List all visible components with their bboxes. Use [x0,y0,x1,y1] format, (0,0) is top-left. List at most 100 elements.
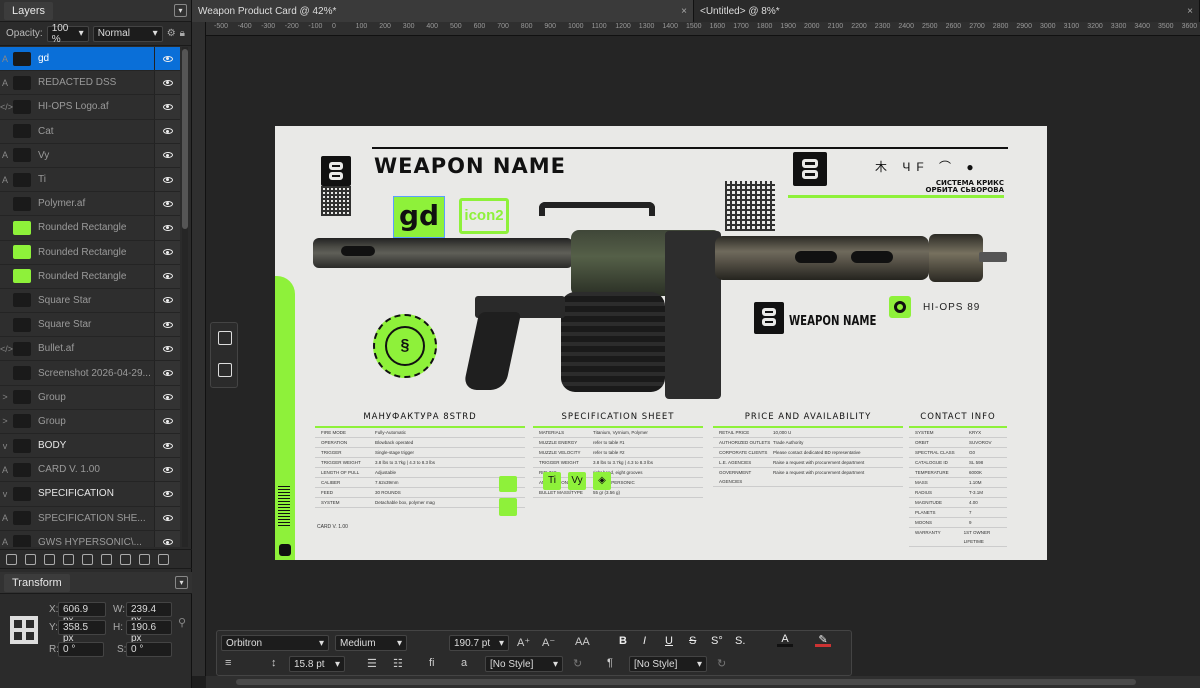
horizontal-scrollbar[interactable] [206,676,1200,688]
pilcrow-icon[interactable]: ¶ [607,657,613,669]
chevron-down-icon[interactable]: ▾ [174,4,187,17]
visibility-toggle[interactable] [154,143,180,167]
adjustment-icon[interactable] [63,553,74,565]
layer-row[interactable]: Square Star [0,288,180,314]
highlight-icon[interactable]: ✎ [815,633,831,647]
scrollbar-thumb[interactable] [236,679,1136,685]
gear-icon[interactable]: ⚙ [167,28,176,39]
visibility-toggle[interactable] [154,385,180,409]
w-field[interactable]: 239.4 px [126,602,172,626]
layer-row[interactable]: Screenshot 2026-04-29... [0,361,180,386]
all-caps-button[interactable]: AA [575,636,590,648]
numbering-icon[interactable]: ☷ [393,657,403,670]
leading-field[interactable]: 15.8 pt ▾ [289,656,345,672]
live-filter-icon[interactable] [82,553,93,565]
group-icon[interactable] [120,553,131,565]
x-field[interactable]: 606.9 px [58,602,106,626]
rotation-field[interactable]: 0 ° [58,642,104,657]
trash-icon[interactable] [158,553,169,565]
layer-row[interactable]: v SPECIFICATION [0,482,180,507]
visibility-toggle[interactable] [154,216,180,240]
align-left-icon[interactable]: ≡ [225,657,231,669]
sync-icon[interactable]: ↻ [573,657,582,670]
layer-row[interactable]: > Group [0,409,180,434]
char-style-icon[interactable]: a [461,657,467,669]
superscript-button[interactable]: S° [711,635,723,647]
tab-weapon-product-card[interactable]: Weapon Product Card @ 42%* × [192,0,694,22]
visibility-toggle[interactable] [154,482,180,506]
visibility-toggle[interactable] [154,264,180,288]
layer-row[interactable]: A GWS HYPERSONIC\... [0,530,180,547]
transform-tab[interactable]: Transform [4,573,70,592]
tab-untitled[interactable]: <Untitled> @ 8%* × [694,0,1200,22]
paragraph-style-select[interactable]: [No Style] ▾ [629,656,707,672]
ligatures-icon[interactable]: ﬁ [429,657,435,669]
close-icon[interactable]: × [681,6,687,17]
italic-button[interactable]: I [643,635,646,647]
layer-row[interactable]: A Ti [0,167,180,193]
weapon-product-card[interactable]: WEAPON NAME gd icon2 木 ЧF ⌒ ● СИСТЕМА КР… [275,126,1047,560]
artistic-text-tool-icon[interactable] [218,331,232,345]
add-pixel-layer-icon[interactable] [101,553,112,565]
opacity-field[interactable]: 100 % ▾ [46,23,89,45]
visibility-toggle[interactable] [154,95,180,119]
layer-row[interactable]: > Group [0,385,180,410]
layer-row[interactable]: Cat [0,119,180,144]
layer-row[interactable]: v BODY [0,434,180,459]
close-icon[interactable]: × [1187,6,1193,17]
visibility-toggle[interactable] [154,434,180,458]
chevron-down-icon[interactable]: ▾ [175,576,188,589]
layer-row[interactable]: Rounded Rectangle [0,216,180,241]
horizontal-ruler[interactable]: -500 -400 -300 -200 -100 0 100 200 300 400 500 600 7… [206,22,1200,36]
blend-mode-select[interactable]: Normal ▾ [92,25,163,42]
visibility-toggle[interactable] [154,240,180,264]
font-size-field[interactable]: 190.7 pt ▾ [449,635,509,651]
layer-row[interactable]: Rounded Rectangle [0,264,180,289]
visibility-toggle[interactable] [154,288,180,313]
visibility-toggle[interactable] [154,337,180,361]
underline-button[interactable]: U [665,635,673,647]
anchor-grid[interactable] [10,616,38,644]
selection-box[interactable]: gd [393,196,445,238]
decrease-font-icon[interactable]: A⁻ [542,636,555,649]
duplicate-icon[interactable] [139,553,150,565]
layer-row[interactable]: Agd [0,47,180,72]
visibility-toggle[interactable] [154,409,180,433]
visibility-toggle[interactable] [154,530,180,547]
lock-icon[interactable]: ⚲ [178,616,186,629]
visibility-toggle[interactable] [154,361,180,385]
visibility-toggle[interactable] [154,458,180,482]
leading-icon[interactable]: ↕ [271,657,277,669]
layer-row[interactable]: Rounded Rectangle [0,240,180,265]
layers-scrollbar[interactable] [182,47,188,547]
layer-row[interactable]: A Vy [0,143,180,168]
layer-row[interactable]: A SPECIFICATION SHE... [0,506,180,531]
layer-row[interactable]: A REDACTED DSS [0,71,180,96]
layer-row[interactable]: A CARD V. 1.00 [0,458,180,483]
sync-icon[interactable]: ↻ [717,657,726,670]
subscript-button[interactable]: S. [735,635,745,647]
edit-icon[interactable] [6,553,17,565]
visibility-toggle[interactable] [154,506,180,530]
layer-row[interactable]: Polymer.af [0,192,180,217]
font-family-select[interactable]: Orbitron ▾ [221,635,329,651]
bullets-icon[interactable]: ☰ [367,657,377,670]
visibility-toggle[interactable] [154,47,180,71]
text-color-icon[interactable]: A [777,633,793,647]
layer-row[interactable]: Square Star [0,313,180,338]
fx-icon[interactable] [25,553,36,565]
layers-tab[interactable]: Layers [4,1,54,20]
lock-icon[interactable]: 🔒︎ [180,28,185,39]
increase-font-icon[interactable]: A⁺ [517,636,530,649]
mask-icon[interactable] [44,553,55,565]
visibility-toggle[interactable] [154,313,180,337]
strikethrough-button[interactable]: S [689,635,696,647]
visibility-toggle[interactable] [154,192,180,216]
layer-row[interactable]: </> Bullet.af [0,337,180,362]
shear-field[interactable]: 0 ° [126,642,172,657]
frame-text-tool-icon[interactable] [218,363,232,377]
vertical-ruler[interactable] [192,22,206,676]
visibility-toggle[interactable] [154,167,180,192]
gd-text[interactable]: gd [394,197,444,237]
visibility-toggle[interactable] [154,119,180,143]
